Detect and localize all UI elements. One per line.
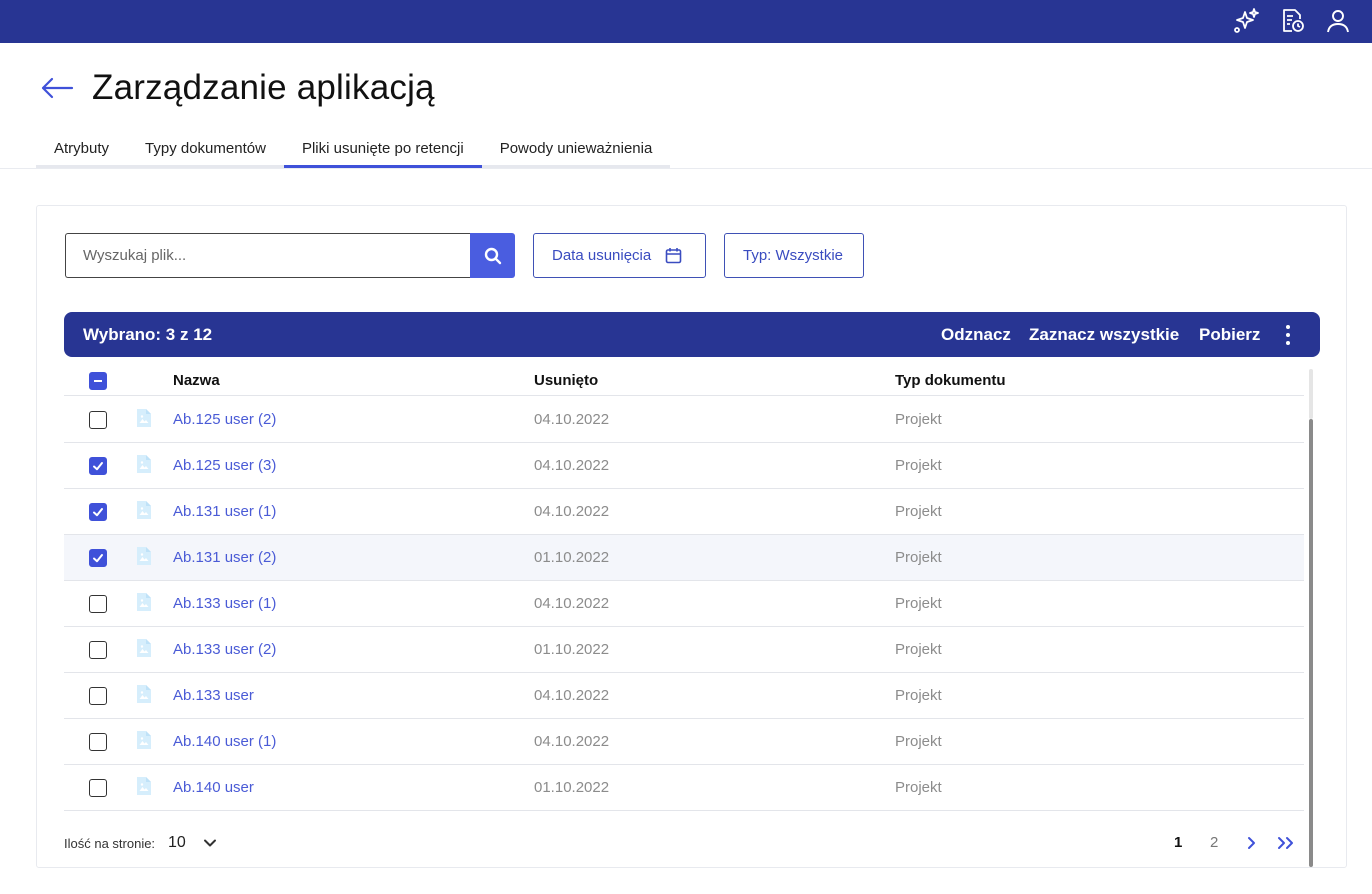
tab-deleted-files[interactable]: Pliki usunięte po retencji <box>283 132 482 169</box>
deleted-date: 04.10.2022 <box>534 687 610 704</box>
table-header: Nazwa Usunięto Typ dokumentu <box>64 366 1304 396</box>
file-name-link[interactable]: Ab.133 user <box>173 687 254 704</box>
row-checkbox[interactable] <box>89 687 107 705</box>
table-body: Ab.125 user (2) 04.10.2022 Projekt Ab.125 u… <box>64 397 1304 811</box>
image-file-icon <box>136 730 152 750</box>
image-file-icon <box>136 454 152 474</box>
deselect-button[interactable]: Odznacz <box>941 325 1011 345</box>
document-type: Projekt <box>895 779 942 796</box>
table-row[interactable]: Ab.133 user (1) 04.10.2022 Projekt <box>64 581 1304 627</box>
page-2[interactable]: 2 <box>1210 834 1218 851</box>
user-icon[interactable] <box>1324 7 1352 35</box>
image-file-icon <box>136 500 152 520</box>
tab-invalidation-reasons[interactable]: Powody unieważnienia <box>482 132 671 165</box>
scrollbar-track[interactable] <box>1309 369 1313 419</box>
page-title: Zarządzanie aplikacją <box>92 68 435 107</box>
tab-attributes[interactable]: Atrybuty <box>36 132 127 165</box>
calendar-icon <box>665 248 682 264</box>
column-header-doc-type[interactable]: Typ dokumentu <box>895 372 1006 389</box>
file-name-link[interactable]: Ab.125 user (3) <box>173 457 276 474</box>
table-row[interactable]: Ab.131 user (2) 01.10.2022 Projekt <box>64 535 1304 581</box>
table-row[interactable]: Ab.133 user 04.10.2022 Projekt <box>64 673 1304 719</box>
table-row[interactable]: Ab.125 user (2) 04.10.2022 Projekt <box>64 397 1304 443</box>
document-clock-icon[interactable] <box>1279 7 1307 35</box>
document-type: Projekt <box>895 687 942 704</box>
chevron-down-icon[interactable] <box>203 836 217 850</box>
selection-bar: Wybrano: 3 z 12 Odznacz Zaznacz wszystki… <box>64 312 1320 357</box>
sparkles-icon[interactable] <box>1232 7 1260 35</box>
image-file-icon <box>136 546 152 566</box>
deleted-date: 04.10.2022 <box>534 411 610 428</box>
document-type: Projekt <box>895 549 942 566</box>
image-file-icon <box>136 776 152 796</box>
selection-count: Wybrano: 3 z 12 <box>83 325 213 344</box>
row-checkbox[interactable] <box>89 779 107 797</box>
type-filter-button[interactable]: Typ: Wszystkie <box>724 233 864 278</box>
row-checkbox[interactable] <box>89 457 107 475</box>
file-name-link[interactable]: Ab.140 user <box>173 779 254 796</box>
file-name-link[interactable]: Ab.133 user (2) <box>173 641 276 658</box>
per-page-select[interactable]: 10 <box>168 834 186 852</box>
column-header-name[interactable]: Nazwa <box>173 372 220 389</box>
deleted-date: 04.10.2022 <box>534 733 610 750</box>
type-filter-label: Typ: Wszystkie <box>743 247 844 264</box>
image-file-icon <box>136 592 152 612</box>
image-file-icon <box>136 638 152 658</box>
row-checkbox[interactable] <box>89 595 107 613</box>
deleted-date: 04.10.2022 <box>534 595 610 612</box>
search-icon <box>484 247 501 264</box>
double-chevron-right-icon[interactable] <box>1276 836 1296 850</box>
deleted-date: 01.10.2022 <box>534 549 610 566</box>
file-name-link[interactable]: Ab.131 user (2) <box>173 549 276 566</box>
document-type: Projekt <box>895 733 942 750</box>
document-type: Projekt <box>895 641 942 658</box>
table-row[interactable]: Ab.131 user (1) 04.10.2022 Projekt <box>64 489 1304 535</box>
more-vertical-icon[interactable] <box>1278 324 1298 346</box>
per-page-label: Ilość na stronie: <box>64 836 156 851</box>
scrollbar-thumb[interactable] <box>1309 419 1313 867</box>
image-file-icon <box>136 684 152 704</box>
tab-divider <box>0 168 1372 169</box>
deleted-date: 04.10.2022 <box>534 503 610 520</box>
select-all-button[interactable]: Zaznacz wszystkie <box>1029 325 1179 345</box>
select-all-checkbox[interactable] <box>89 372 107 390</box>
deleted-date: 01.10.2022 <box>534 641 610 658</box>
file-name-link[interactable]: Ab.125 user (2) <box>173 411 276 428</box>
file-name-link[interactable]: Ab.133 user (1) <box>173 595 276 612</box>
tab-bar: Atrybuty Typy dokumentów Pliki usunięte … <box>36 132 671 169</box>
table-row[interactable]: Ab.140 user 01.10.2022 Projekt <box>64 765 1304 811</box>
date-filter-label: Data usunięcia <box>552 247 652 264</box>
back-arrow-icon[interactable] <box>40 72 78 104</box>
file-name-link[interactable]: Ab.131 user (1) <box>173 503 276 520</box>
table-row[interactable]: Ab.140 user (1) 04.10.2022 Projekt <box>64 719 1304 765</box>
row-checkbox[interactable] <box>89 733 107 751</box>
top-app-bar <box>0 0 1372 43</box>
file-name-link[interactable]: Ab.140 user (1) <box>173 733 276 750</box>
tab-document-types[interactable]: Typy dokumentów <box>127 132 284 165</box>
page-1[interactable]: 1 <box>1174 834 1182 851</box>
files-card: Data usunięcia Typ: Wszystkie Wybrano: 3… <box>36 205 1347 868</box>
row-checkbox[interactable] <box>89 549 107 567</box>
search-input[interactable] <box>65 233 471 278</box>
deleted-date: 04.10.2022 <box>534 457 610 474</box>
document-type: Projekt <box>895 503 942 520</box>
download-button[interactable]: Pobierz <box>1199 325 1260 345</box>
row-checkbox[interactable] <box>89 503 107 521</box>
row-checkbox[interactable] <box>89 411 107 429</box>
row-checkbox[interactable] <box>89 641 107 659</box>
image-file-icon <box>136 408 152 428</box>
chevron-right-icon[interactable] <box>1244 836 1258 850</box>
document-type: Projekt <box>895 411 942 428</box>
table-row[interactable]: Ab.133 user (2) 01.10.2022 Projekt <box>64 627 1304 673</box>
document-type: Projekt <box>895 457 942 474</box>
date-filter-button[interactable]: Data usunięcia <box>533 233 706 278</box>
table-row[interactable]: Ab.125 user (3) 04.10.2022 Projekt <box>64 443 1304 489</box>
search-button[interactable] <box>470 233 515 278</box>
deleted-date: 01.10.2022 <box>534 779 610 796</box>
document-type: Projekt <box>895 595 942 612</box>
column-header-deleted[interactable]: Usunięto <box>534 372 598 389</box>
